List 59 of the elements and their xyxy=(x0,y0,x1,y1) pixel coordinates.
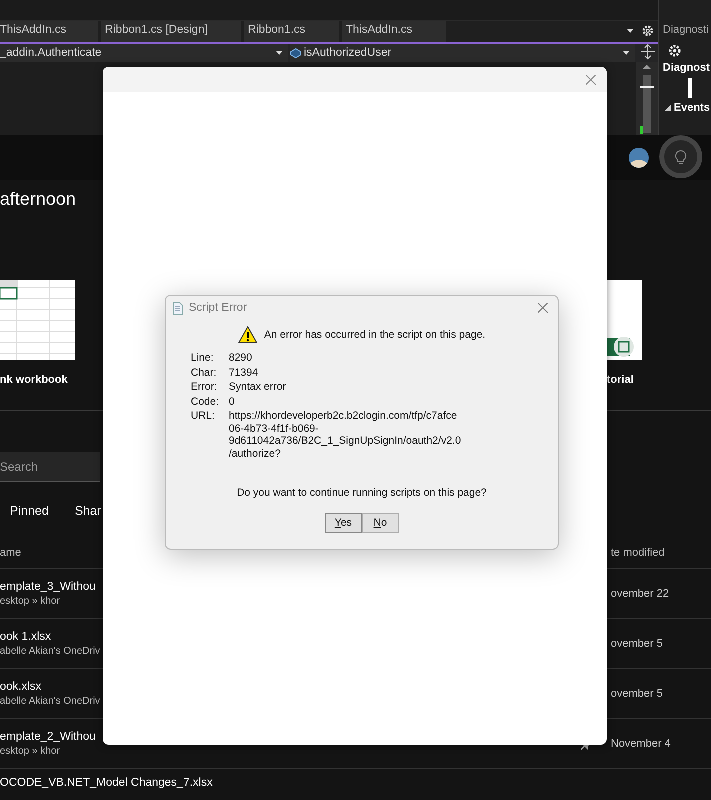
detail-label: Char: xyxy=(191,366,218,379)
page-icon xyxy=(173,302,183,314)
editor-tab[interactable]: Ribbon1.cs [Design] xyxy=(101,20,241,42)
detail-label: Error: xyxy=(191,381,218,394)
close-button[interactable] xyxy=(536,301,550,315)
method-dropdown[interactable]: isAuthorizedUser xyxy=(290,44,635,62)
file-name[interactable]: ook.xlsx xyxy=(0,680,42,692)
panel-title: Diagnosti xyxy=(662,24,710,36)
modified-date: November 4 xyxy=(611,738,672,750)
cube-icon xyxy=(290,47,302,60)
error-message: An error has occurred in the script on this page. xyxy=(264,329,486,341)
member-dropdown[interactable]: _addin.Authenticate xyxy=(0,44,288,62)
modified-date: ovember 5 xyxy=(611,638,664,650)
detail-value: 8290 xyxy=(229,352,254,364)
filter-tab[interactable]: Pinned xyxy=(10,504,49,530)
detail-label: Line: xyxy=(191,352,215,364)
modified-date: ovember 5 xyxy=(611,688,664,700)
column-header[interactable]: ame xyxy=(0,547,22,559)
section-label: Events xyxy=(674,102,710,114)
lightbulb-icon xyxy=(675,150,687,166)
file-name[interactable]: emplate_3_Withou xyxy=(0,580,96,592)
editor-tab[interactable]: ThisAddIn.cs xyxy=(0,20,98,42)
detail-label: URL: xyxy=(191,410,216,424)
file-name[interactable]: ook 1.xlsx xyxy=(0,630,52,642)
collapse-icon xyxy=(665,105,671,111)
file-location: abelle Akian's OneDriv xyxy=(0,696,100,706)
template-label[interactable]: torial xyxy=(607,374,642,386)
dialog-title: Script Error xyxy=(189,302,248,314)
filter-tab[interactable]: Shar xyxy=(74,504,102,530)
yes-button[interactable]: Yes xyxy=(325,513,362,533)
warning-icon xyxy=(238,326,258,344)
column-header[interactable]: te modified xyxy=(611,547,711,559)
panel-heading: Diagnost xyxy=(662,62,711,74)
split-icon xyxy=(640,44,656,60)
detail-value: https://khordeveloperb2c.b2clogin.com/tfp/c7afce06-4b73-4f1f-b069-9d611042a736/B2C_1_SignUpSignIn/oauth2/v2.0/authorize? xyxy=(229,410,462,460)
settings-icon xyxy=(668,44,682,58)
detail-label: Code: xyxy=(191,396,220,408)
close-icon xyxy=(538,303,548,313)
detail-value: 0 xyxy=(229,396,236,408)
greeting-heading: afternoon xyxy=(0,189,76,209)
avatar-icon xyxy=(629,148,649,168)
editor-tab[interactable]: ThisAddIn.cs xyxy=(342,20,446,42)
close-button[interactable] xyxy=(584,72,598,86)
settings-icon xyxy=(642,25,654,38)
no-button[interactable]: No xyxy=(362,513,399,533)
file-location: esktop » khor xyxy=(0,746,60,756)
template-label[interactable]: nk workbook xyxy=(0,374,75,386)
editor-tab[interactable]: Ribbon1.cs xyxy=(244,20,339,42)
prompt-text: Do you want to continue running scripts on this page? xyxy=(237,487,487,499)
detail-value: 71394 xyxy=(229,366,260,379)
file-name[interactable]: emplate_2_Withou xyxy=(0,730,96,742)
close-icon xyxy=(586,74,596,84)
file-location: abelle Akian's OneDriv xyxy=(0,646,100,656)
file-name[interactable]: OCODE_VB.NET_Model Changes_7.xlsx xyxy=(0,777,213,789)
search-field[interactable]: Search xyxy=(0,452,100,482)
file-location: esktop » khor xyxy=(0,596,60,606)
detail-value: Syntax error xyxy=(229,381,288,394)
timeline-icon xyxy=(687,78,693,98)
modified-date: ovember 22 xyxy=(611,588,670,600)
